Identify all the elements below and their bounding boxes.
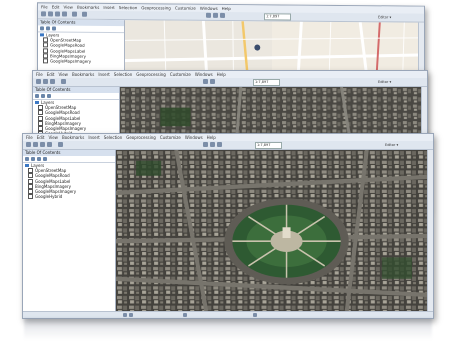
layer-checkbox[interactable]: [28, 194, 33, 200]
menu-edit[interactable]: Edit: [52, 3, 60, 10]
zoom-in-icon[interactable]: [203, 79, 208, 84]
list-by-drawing-order-icon[interactable]: [35, 94, 39, 98]
list-by-source-icon[interactable]: [41, 94, 45, 98]
list-by-drawing-order-icon[interactable]: [25, 157, 29, 161]
layers-icon: [25, 164, 29, 168]
list-by-drawing-order-icon[interactable]: [40, 26, 44, 31]
menu-edit[interactable]: Edit: [47, 71, 55, 78]
new-icon[interactable]: [41, 11, 46, 17]
editor-menu[interactable]: Editor ▾: [378, 14, 391, 20]
zoom-in-icon[interactable]: [203, 142, 208, 147]
zoom-out-icon[interactable]: [213, 12, 218, 18]
menu-file[interactable]: File: [36, 71, 43, 78]
roundabout: [224, 198, 349, 285]
menu-windows[interactable]: Windows: [185, 134, 203, 141]
side-panel-strip: [427, 150, 433, 311]
pan-icon[interactable]: [220, 12, 225, 18]
menu-windows[interactable]: Windows: [195, 71, 213, 78]
zoom-whole-page-icon[interactable]: [253, 312, 257, 317]
menu-selection[interactable]: Selection: [114, 71, 132, 78]
menu-insert[interactable]: Insert: [98, 71, 109, 78]
layer-item[interactable]: GoogleMapsImagery: [38, 58, 124, 64]
menu-customize[interactable]: Customize: [160, 134, 181, 141]
add-data-icon[interactable]: [58, 142, 63, 147]
menubar: File Edit View Bookmarks Insert Selectio…: [23, 134, 433, 141]
layout-view-icon[interactable]: [123, 312, 127, 317]
menu-view[interactable]: View: [48, 134, 58, 141]
print-icon[interactable]: [47, 142, 52, 147]
menu-geoprocessing[interactable]: Geoprocessing: [136, 71, 166, 78]
table-of-contents: Table Of Contents Layers OpenStreetMap G…: [23, 150, 116, 311]
data-view-icon[interactable]: [129, 312, 133, 317]
add-data-icon[interactable]: [61, 79, 66, 84]
save-icon[interactable]: [40, 142, 45, 147]
zoom-out-icon[interactable]: [210, 79, 215, 84]
layer-item[interactable]: GoogleHybrid: [23, 194, 115, 200]
map-scale-input[interactable]: 1:7,897: [264, 13, 291, 21]
list-by-visibility-icon[interactable]: [47, 94, 51, 98]
pan-icon[interactable]: [217, 142, 222, 147]
list-by-selection-icon[interactable]: [43, 157, 47, 161]
toc-toolbar: [33, 93, 119, 100]
menubar: File Edit View Bookmarks Insert Selectio…: [33, 71, 427, 78]
window-imagery-front: File Edit View Bookmarks Insert Selectio…: [22, 133, 434, 319]
refresh-icon[interactable]: [183, 312, 187, 317]
menu-insert[interactable]: Insert: [88, 134, 99, 141]
open-icon[interactable]: [33, 142, 38, 147]
save-icon[interactable]: [50, 79, 55, 84]
map-scale-input[interactable]: 1:7,897: [253, 79, 280, 86]
layers-icon: [40, 33, 44, 37]
menu-view[interactable]: View: [63, 4, 73, 11]
menu-customize[interactable]: Customize: [170, 71, 191, 78]
map-view-imagery-front[interactable]: [116, 150, 427, 311]
menu-selection[interactable]: Selection: [104, 134, 122, 141]
menu-file[interactable]: File: [41, 3, 48, 10]
undo-icon[interactable]: [72, 11, 77, 17]
layer-checkbox[interactable]: [43, 58, 48, 64]
window-reflection: [24, 318, 432, 340]
zoom-out-icon[interactable]: [210, 142, 215, 147]
list-by-visibility-icon[interactable]: [37, 157, 41, 161]
new-icon[interactable]: [26, 142, 31, 147]
editor-menu[interactable]: Editor ▾: [378, 79, 391, 85]
menu-geoprocessing[interactable]: Geoprocessing: [126, 134, 156, 141]
toolbar: 1:7,897 Editor ▾: [23, 141, 433, 150]
menu-help[interactable]: Help: [217, 71, 226, 78]
toc-toolbar: [38, 25, 124, 34]
save-icon[interactable]: [55, 11, 60, 17]
menu-edit[interactable]: Edit: [37, 134, 45, 141]
map-marker-icon: [254, 44, 261, 51]
menu-bookmarks[interactable]: Bookmarks: [72, 71, 94, 78]
imagery-canvas: [116, 150, 427, 311]
menu-help[interactable]: Help: [222, 5, 231, 12]
toc-toolbar: [23, 156, 115, 163]
menu-bookmarks[interactable]: Bookmarks: [62, 134, 84, 141]
new-icon[interactable]: [36, 79, 41, 84]
zoom-in-icon[interactable]: [206, 12, 211, 18]
status-bar: [23, 311, 433, 318]
editor-menu[interactable]: Editor ▾: [385, 142, 398, 148]
list-by-visibility-icon[interactable]: [52, 26, 56, 31]
menu-view[interactable]: View: [58, 71, 68, 78]
open-icon[interactable]: [48, 11, 53, 17]
layers-icon: [35, 101, 39, 105]
menu-help[interactable]: Help: [207, 134, 216, 141]
map-scale-input[interactable]: 1:7,897: [255, 142, 282, 149]
list-by-source-icon[interactable]: [31, 157, 35, 161]
list-by-source-icon[interactable]: [46, 26, 50, 31]
toolbar: 1:7,897 Editor ▾: [33, 78, 427, 87]
add-data-icon[interactable]: [82, 11, 87, 17]
menu-file[interactable]: File: [26, 134, 33, 141]
print-icon[interactable]: [62, 11, 67, 17]
open-icon[interactable]: [43, 79, 48, 84]
